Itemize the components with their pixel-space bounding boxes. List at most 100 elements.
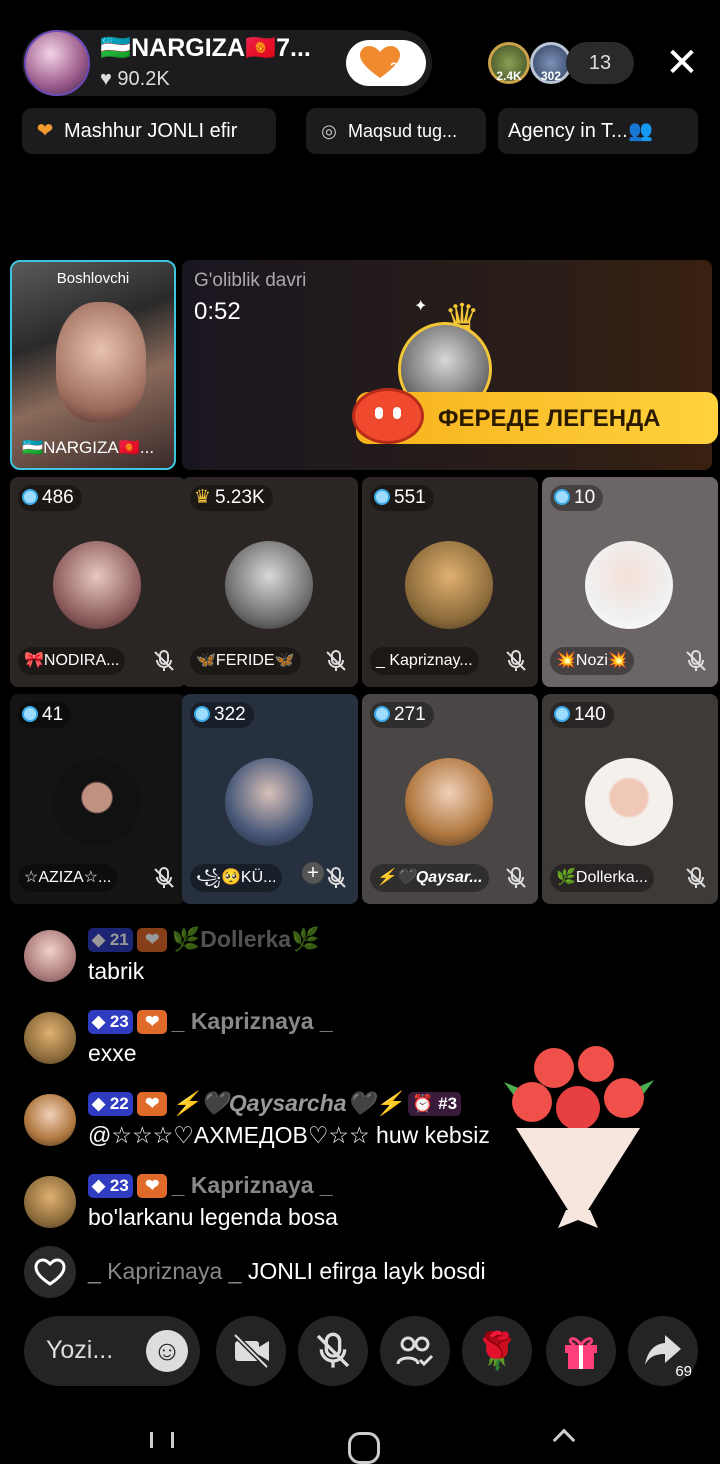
battle-timer: 0:52 bbox=[194, 298, 241, 325]
guest-score: 10 bbox=[550, 485, 604, 511]
camera-off-button[interactable] bbox=[216, 1316, 286, 1386]
chat-username[interactable]: _ Kapriznaya _ bbox=[172, 1172, 333, 1198]
guest-tile[interactable]: 140 🌿Dollerka... bbox=[542, 694, 718, 904]
guest-name: ꧁🥺KÜ... bbox=[190, 864, 283, 892]
chip-label: Agency in T... bbox=[508, 120, 628, 142]
guest-avatar bbox=[585, 758, 673, 846]
diamond-icon: ◆ bbox=[92, 1175, 106, 1195]
level-badge: ◆ 23 bbox=[88, 1173, 133, 1198]
host-video bbox=[56, 302, 146, 422]
guest-tile[interactable]: 10 💥Nozi💥 bbox=[542, 477, 718, 687]
guest-name: ☆AZIZA☆... bbox=[18, 864, 118, 892]
diamond-icon bbox=[554, 489, 570, 505]
guest-tile[interactable]: 41 ☆AZIZA☆... bbox=[10, 694, 186, 904]
rose-bouquet-icon bbox=[504, 1046, 654, 1228]
chat-username[interactable]: _ Kapriznaya _ bbox=[172, 1008, 333, 1034]
diamond-icon: ◆ bbox=[92, 1011, 106, 1031]
guest-score: 140 bbox=[550, 702, 614, 728]
guest-tile[interactable]: 551 _ Kapriznay... bbox=[362, 477, 538, 687]
host-video-tile[interactable]: Boshlovchi 🇺🇿NARGIZA🇰🇬... bbox=[10, 260, 176, 470]
host-name: 🇺🇿NARGIZA🇰🇬7... bbox=[100, 34, 311, 62]
legend-banner-text: ФЕРЕДЕ ЛЕГЕНДА bbox=[438, 405, 661, 432]
mic-muted-icon bbox=[326, 650, 346, 671]
mic-muted-icon bbox=[506, 650, 526, 671]
diamond-icon: ◆ bbox=[92, 1093, 106, 1113]
guest-avatar bbox=[405, 758, 493, 846]
chat-header: ◆ 23 ❤ _ Kapriznaya _ bbox=[88, 1008, 333, 1035]
chat-message: exxe bbox=[88, 1040, 137, 1066]
guest-tile[interactable]: ♛ 5.23K 🦋FERIDE🦋 bbox=[182, 477, 358, 687]
share-count: 69 bbox=[675, 1363, 692, 1380]
mic-muted-icon bbox=[686, 867, 706, 888]
guest-tile[interactable]: 486 🎀NODIRA... bbox=[10, 477, 186, 687]
guest-avatar bbox=[53, 758, 141, 846]
chat-username[interactable]: ⚡🖤Qaysarcha🖤⚡ bbox=[172, 1090, 404, 1116]
guest-avatar bbox=[225, 541, 313, 629]
fan-badge: ❤ bbox=[137, 1091, 168, 1116]
chat-message: @☆☆☆♡АХМЕДОВ♡☆☆ huw kebsiz bbox=[88, 1122, 490, 1148]
crown-icon: ♛ bbox=[194, 487, 212, 508]
guest-tile[interactable]: 271 ⚡🖤Qaysar... bbox=[362, 694, 538, 904]
host-likes-count: ♥ 90.2K bbox=[100, 68, 170, 90]
top-viewer-avatar[interactable]: 2.4K bbox=[488, 42, 530, 84]
guest-avatar bbox=[53, 541, 141, 629]
diamond-icon bbox=[22, 706, 38, 722]
chat-avatar[interactable] bbox=[24, 1094, 76, 1146]
host-avatar[interactable] bbox=[24, 30, 90, 96]
chat-username[interactable]: 🌿Dollerka🌿 bbox=[172, 926, 320, 952]
follow-button[interactable]: 21 bbox=[346, 40, 426, 86]
camera-off-icon bbox=[233, 1333, 269, 1369]
heart-icon: ❤ bbox=[36, 120, 54, 142]
fan-badge: ❤ bbox=[137, 1173, 168, 1198]
guest-avatar bbox=[585, 541, 673, 629]
mic-muted-icon bbox=[506, 867, 526, 888]
host-tile-name: 🇺🇿NARGIZA🇰🇬... bbox=[22, 438, 155, 457]
guest-avatar bbox=[225, 758, 313, 846]
viewer-score: 2.4K bbox=[496, 69, 522, 83]
chip-popular-live[interactable]: ❤ Mashhur JONLI efir bbox=[22, 108, 276, 154]
diamond-icon bbox=[194, 706, 210, 722]
team-icon: 👥 bbox=[628, 120, 654, 142]
mic-muted-icon bbox=[154, 867, 174, 888]
chat-header: ◆ 21 ❤ 🌿Dollerka🌿 bbox=[88, 926, 320, 953]
rose-icon: 🌹 bbox=[474, 1330, 520, 1371]
mic-muted-icon bbox=[316, 1332, 350, 1368]
guest-score: 271 bbox=[370, 702, 434, 728]
add-icon[interactable]: + bbox=[302, 862, 324, 884]
chip-agency[interactable]: Agency in T...👥 bbox=[498, 108, 698, 154]
home-icon[interactable] bbox=[348, 1432, 380, 1464]
guest-tile[interactable]: 322 ꧁🥺KÜ... + bbox=[182, 694, 358, 904]
viewer-count[interactable]: 13 bbox=[566, 42, 634, 84]
guest-score: 41 bbox=[18, 702, 72, 728]
rose-gift-button[interactable]: 🌹 bbox=[462, 1316, 532, 1386]
guest-avatar bbox=[405, 541, 493, 629]
chat-message: bo'larkanu legenda bosa bbox=[88, 1204, 338, 1230]
diamond-icon bbox=[554, 706, 570, 722]
guest-name: 🎀NODIRA... bbox=[18, 647, 126, 675]
chat-avatar[interactable] bbox=[24, 1176, 76, 1228]
close-icon[interactable]: ✕ bbox=[662, 43, 702, 84]
comment-placeholder: Yozi... bbox=[46, 1336, 114, 1364]
gift-button[interactable] bbox=[546, 1316, 616, 1386]
share-button[interactable]: 69 bbox=[628, 1316, 698, 1386]
chat-avatar[interactable] bbox=[24, 1012, 76, 1064]
mic-off-button[interactable] bbox=[298, 1316, 368, 1386]
like-notice-icon bbox=[24, 1246, 76, 1298]
emoji-icon[interactable]: ☺ bbox=[146, 1330, 188, 1372]
mascot-icon bbox=[352, 388, 424, 444]
mic-muted-icon bbox=[326, 867, 346, 888]
gift-icon bbox=[565, 1337, 597, 1369]
chat-avatar[interactable] bbox=[24, 930, 76, 982]
heart-outline-icon bbox=[34, 1258, 66, 1286]
chip-label: Mashhur JONLI efir bbox=[64, 120, 238, 142]
guest-name: _ Kapriznay... bbox=[370, 647, 479, 675]
viewer-score: 302 bbox=[540, 69, 562, 83]
guest-name: 💥Nozi💥 bbox=[550, 647, 634, 675]
recent-apps-icon[interactable] bbox=[150, 1432, 174, 1448]
like-notice-user[interactable]: _ Kapriznaya _ bbox=[88, 1258, 241, 1284]
guests-button[interactable] bbox=[380, 1316, 450, 1386]
chip-goal[interactable]: ◎ Maqsud tug... bbox=[306, 108, 486, 154]
guest-name: 🌿Dollerka... bbox=[550, 864, 654, 892]
fan-badge: ❤ bbox=[137, 1009, 168, 1034]
chat-header: ◆ 23 ❤ _ Kapriznaya _ bbox=[88, 1172, 333, 1199]
